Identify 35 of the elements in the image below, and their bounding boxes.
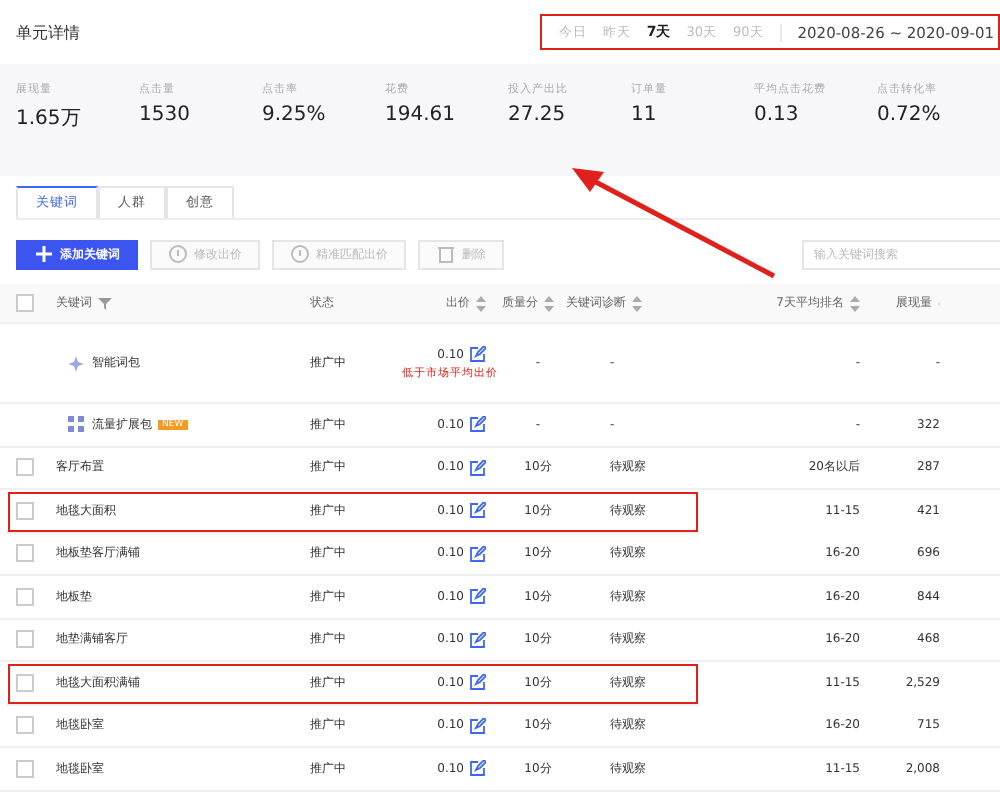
metric-value: 11 [631, 104, 659, 126]
checkbox[interactable] [16, 587, 34, 606]
edit-icon [470, 760, 486, 777]
checkbox[interactable] [16, 544, 34, 563]
edit-icon [470, 674, 486, 691]
edit-icon [470, 631, 486, 648]
edit-icon [470, 588, 486, 605]
trash-icon [436, 244, 456, 264]
edit-icon [470, 502, 486, 519]
edit-icon [470, 545, 486, 562]
metric-value: 9.25% [262, 104, 328, 126]
metric-value: 1530 [139, 104, 192, 126]
sparkle-icon [68, 355, 84, 371]
checkbox[interactable] [16, 716, 34, 735]
checkbox[interactable] [16, 759, 34, 778]
circle-icon [290, 244, 310, 264]
metric-value: 27.25 [508, 104, 568, 126]
checkbox[interactable] [16, 294, 34, 312]
edit-icon [470, 459, 486, 476]
metric-value: 194.61 [385, 104, 457, 126]
checkbox[interactable] [16, 458, 34, 477]
edit-icon [470, 717, 486, 734]
circle-icon [168, 244, 188, 264]
grid-icon [68, 416, 84, 433]
metric-value: 0.13 [754, 104, 801, 126]
checkbox[interactable] [16, 501, 34, 520]
filter-icon [98, 296, 112, 310]
checkbox[interactable] [16, 673, 34, 692]
checkbox[interactable] [16, 630, 34, 649]
metric-value: 0.72% [877, 104, 943, 126]
page-title: 单元详情 [16, 21, 80, 43]
edit-icon [470, 416, 486, 433]
plus-icon [34, 244, 54, 264]
edit-icon [470, 346, 486, 362]
metric-value: 1.65万 [16, 106, 83, 132]
